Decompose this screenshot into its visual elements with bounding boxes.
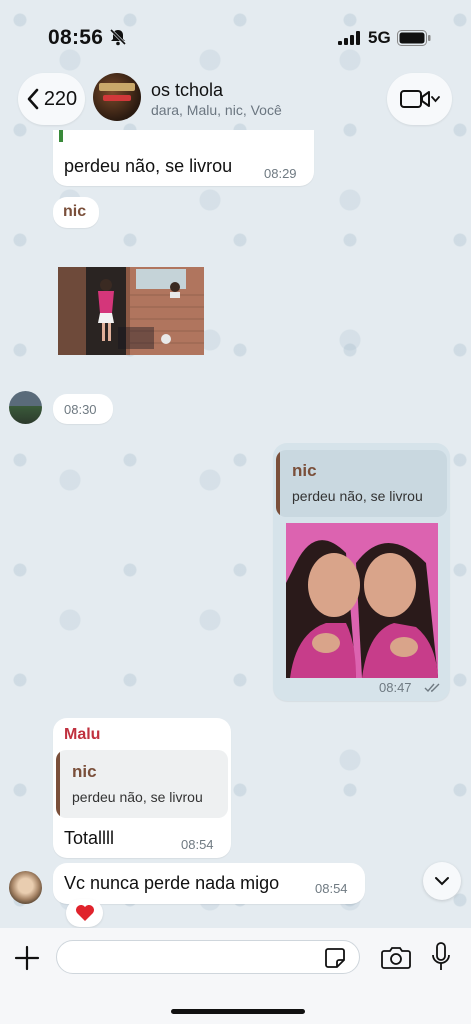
video-still-image — [58, 267, 204, 355]
quote-author: nic — [292, 461, 317, 480]
avatar[interactable] — [9, 871, 42, 904]
network-type: 5G — [368, 28, 391, 47]
message-bubble-incoming[interactable]: 08:30 — [53, 394, 113, 424]
scroll-to-bottom-button[interactable] — [423, 862, 461, 900]
avatar-art — [99, 83, 135, 91]
status-bar: 08:56 5G — [0, 0, 471, 70]
reply-quote[interactable]: nic perdeu não, se livrou — [56, 750, 228, 818]
plus-icon[interactable] — [13, 944, 41, 972]
battery-icon — [397, 30, 431, 46]
message-input[interactable] — [56, 940, 360, 974]
sender-name: nic — [63, 203, 87, 220]
reaction-badge[interactable] — [66, 899, 103, 927]
chevron-down-icon — [435, 877, 449, 886]
sticker-icon[interactable] — [324, 947, 346, 969]
message-time: 08:29 — [264, 166, 297, 181]
camera-icon[interactable] — [381, 945, 411, 969]
message-bubble-outgoing[interactable]: nic perdeu não, se livrou 08:47 — [273, 443, 450, 701]
message-text: Vc nunca perde nada migo — [64, 873, 280, 893]
home-indicator — [171, 1009, 305, 1014]
quote-bar — [276, 450, 280, 517]
video-camera-icon — [399, 90, 440, 108]
bell-slash-icon — [109, 28, 127, 46]
status-time: 08:56 — [48, 26, 104, 49]
message-text: perdeu não, se livrou — [64, 156, 233, 176]
avatar-art — [103, 95, 131, 101]
chevron-left-icon — [27, 88, 39, 110]
message-time: 08:30 — [64, 402, 97, 417]
photo-image — [286, 523, 438, 678]
message-time: 08:54 — [315, 881, 348, 896]
heart-icon — [75, 905, 94, 921]
image-message[interactable] — [53, 262, 207, 360]
signal-icon — [338, 31, 360, 45]
chat-members[interactable]: dara, Malu, nic, Você — [151, 102, 282, 118]
chevron-down-icon — [430, 96, 440, 103]
reply-quote[interactable]: nic perdeu não, se livrou — [276, 450, 447, 517]
avatar[interactable] — [9, 391, 42, 424]
group-avatar[interactable] — [93, 73, 141, 121]
message-text: Totallll — [64, 828, 115, 848]
sender-name: Malu — [64, 726, 101, 743]
message-time: 08:47 — [379, 680, 412, 695]
read-receipt-icon — [424, 683, 440, 693]
message-bubble-incoming[interactable]: perdeu não, se livrou 08:29 — [53, 130, 314, 186]
quote-author: nic — [72, 762, 97, 781]
quote-bar-fragment — [59, 130, 63, 142]
quote-text: perdeu não, se livrou — [292, 488, 423, 504]
message-time: 08:54 — [181, 837, 214, 852]
chat-title[interactable]: os tchola — [151, 80, 223, 101]
message-bubble-incoming[interactable]: Malu nic perdeu não, se livrou Totallll … — [53, 718, 231, 858]
message-bubble-incoming[interactable]: Vc nunca perde nada migo 08:54 — [53, 863, 365, 904]
back-button[interactable]: 220 — [18, 73, 85, 125]
unread-count: 220 — [43, 87, 78, 110]
quote-bar — [56, 750, 60, 818]
chat-header: 220 os tchola dara, Malu, nic, Você — [0, 70, 471, 130]
quote-text: perdeu não, se livrou — [72, 789, 203, 805]
video-call-button[interactable] — [387, 73, 452, 125]
microphone-icon[interactable] — [431, 942, 451, 972]
sender-label-bubble[interactable]: nic — [53, 197, 99, 228]
